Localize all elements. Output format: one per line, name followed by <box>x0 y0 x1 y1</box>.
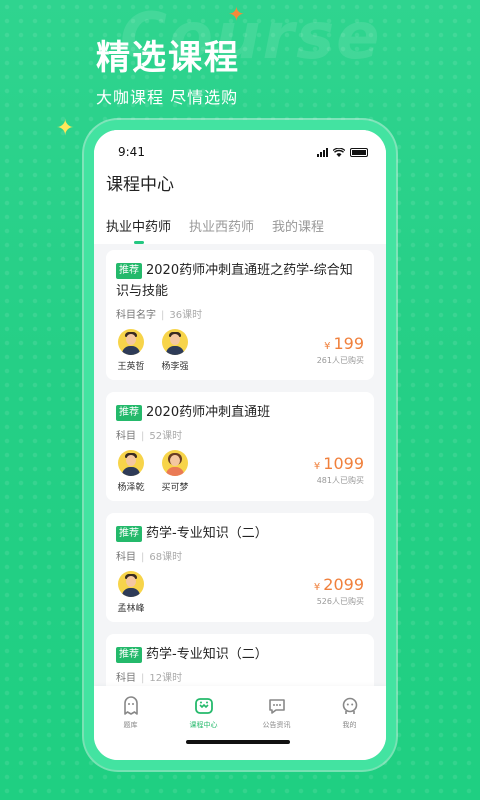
course-title: 推荐 药学-专业知识（二） <box>116 523 364 544</box>
course-hours: 68课时 <box>149 552 183 563</box>
avatar <box>162 450 188 476</box>
avatar <box>118 571 144 597</box>
tabbar-item-profile[interactable]: 我的 <box>320 696 380 760</box>
purchase-count: 261人已购买 <box>316 356 364 365</box>
course-subject: 科目 <box>116 673 136 684</box>
course-price: ¥2099 <box>313 575 364 594</box>
bottom-tab-bar: 题库 课程中心 公告资讯 我的 <box>94 686 386 760</box>
recommend-badge: 推荐 <box>116 526 142 542</box>
tabbar-label: 公告资讯 <box>262 721 291 729</box>
course-card[interactable]: 推荐 2020药师冲刺直通班 科目 | 52课时 杨泽乾 买可梦 ¥1099 481人… <box>106 392 374 501</box>
course-meta: 科目 | 52课时 <box>116 431 183 442</box>
status-time: 9:41 <box>118 145 145 159</box>
teacher: 买可梦 <box>160 450 190 493</box>
tab-my-courses[interactable]: 我的课程 <box>272 216 324 238</box>
category-tabs: 执业中药师 执业西药师 我的课程 <box>94 206 386 244</box>
course-title: 推荐 2020药师冲刺直通班 <box>116 402 364 423</box>
teacher-name: 买可梦 <box>161 483 189 493</box>
teacher-name: 杨李强 <box>161 362 189 372</box>
home-indicator <box>186 740 290 744</box>
page-title: 课程中心 <box>106 175 174 195</box>
tabbar-item-course-center[interactable]: 课程中心 <box>174 696 234 760</box>
avatar <box>162 329 188 355</box>
avatar <box>118 450 144 476</box>
tabbar-item-question-bank[interactable]: 题库 <box>101 696 161 760</box>
signal-icon <box>317 147 328 157</box>
course-meta: 科目 | 12课时 <box>116 673 183 684</box>
course-subject: 科目名字 <box>116 310 156 321</box>
wifi-icon <box>333 147 345 157</box>
course-hours: 12课时 <box>149 673 183 684</box>
promo-subline: 大咖课程 尽情选购 <box>96 88 239 107</box>
tabbar-label: 题库 <box>123 721 138 729</box>
course-hours: 52课时 <box>149 431 183 442</box>
course-title: 推荐 药学-专业知识（二） <box>116 644 364 665</box>
teacher: 杨李强 <box>160 329 190 372</box>
app-screen: 9:41 课程中心 执业中药师 执业西药师 我的课程 推荐 2020药师冲刺直通班… <box>94 130 386 760</box>
announcement-icon <box>268 699 285 714</box>
price-box: ¥2099 526人已购买 <box>314 575 364 607</box>
promo-headline: 精选课程 <box>96 38 240 78</box>
teacher-name: 孟林峰 <box>117 604 145 614</box>
course-subject: 科目 <box>116 552 136 563</box>
sparkle-star-icon: ✦ <box>228 2 245 26</box>
phone-mockup: 9:41 课程中心 执业中药师 执业西药师 我的课程 推荐 2020药师冲刺直通班… <box>84 120 396 770</box>
question-bank-icon <box>123 696 138 715</box>
teacher-name: 杨泽乾 <box>117 483 145 493</box>
tabbar-label: 课程中心 <box>189 721 218 729</box>
tab-licensed-tcm-pharmacist[interactable]: 执业中药师 <box>106 216 171 238</box>
price-box: ¥1099 481人已购买 <box>314 454 364 486</box>
course-card[interactable]: 推荐 2020药师冲刺直通班之药学-综合知识与技能 科目名字 | 36课时 王英哲 杨… <box>106 250 374 380</box>
course-price: ¥199 <box>324 334 364 353</box>
tabbar-label: 我的 <box>342 721 357 729</box>
page-header: 课程中心 <box>94 166 386 206</box>
recommend-badge: 推荐 <box>116 405 142 421</box>
price-box: ¥199 261人已购买 <box>317 334 364 366</box>
recommend-badge: 推荐 <box>116 263 142 279</box>
teacher: 王英哲 <box>116 329 146 372</box>
course-card[interactable]: 推荐 药学-专业知识（二） 科目 | 68课时 孟林峰 ¥2099 526人已购买 <box>106 513 374 622</box>
course-title: 推荐 2020药师冲刺直通班之药学-综合知识与技能 <box>116 263 353 299</box>
avatar <box>118 329 144 355</box>
battery-icon <box>350 147 368 157</box>
recommend-badge: 推荐 <box>116 647 142 663</box>
tabbar-item-announcements[interactable]: 公告资讯 <box>247 696 307 760</box>
course-hours: 36课时 <box>169 310 203 321</box>
status-bar: 9:41 <box>94 130 386 166</box>
tab-licensed-western-pharmacist[interactable]: 执业西药师 <box>189 216 254 238</box>
profile-icon <box>342 697 357 714</box>
course-subject: 科目 <box>116 431 136 442</box>
status-icons <box>317 147 368 157</box>
purchase-count: 526人已购买 <box>316 597 364 606</box>
teacher: 孟林峰 <box>116 571 146 614</box>
course-center-icon <box>194 698 213 714</box>
course-meta: 科目 | 68课时 <box>116 552 183 563</box>
teacher-name: 王英哲 <box>117 362 145 372</box>
teacher: 杨泽乾 <box>116 450 146 493</box>
course-meta: 科目名字 | 36课时 <box>116 310 203 321</box>
purchase-count: 481人已购买 <box>316 476 364 485</box>
course-price: ¥1099 <box>313 454 364 473</box>
course-list: 推荐 2020药师冲刺直通班之药学-综合知识与技能 科目名字 | 36课时 王英哲 杨… <box>94 244 386 704</box>
sparkle-star-icon: ✦ <box>56 116 75 141</box>
